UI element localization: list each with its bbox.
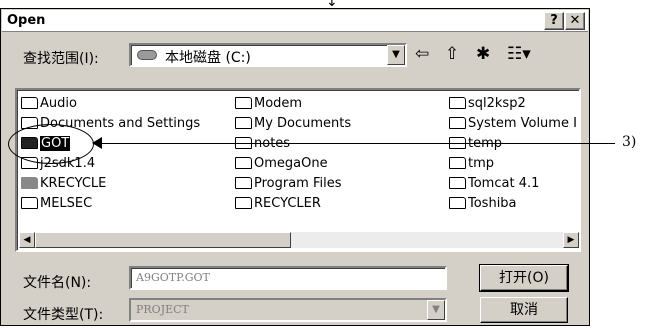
- folder-icon: [449, 97, 466, 109]
- file-type-label: 文件类型(T):: [23, 307, 104, 323]
- callout-ellipse: [8, 124, 94, 164]
- folder-item[interactable]: Program Files: [235, 174, 351, 194]
- folder-item[interactable]: notes: [235, 134, 351, 154]
- folder-item[interactable]: Tomcat 4.1: [449, 174, 579, 194]
- folder-name: RECYCLER: [254, 196, 321, 211]
- folder-item[interactable]: sql2ksp2: [449, 94, 579, 114]
- folder-name: KRECYCLE: [40, 176, 107, 191]
- folder-item[interactable]: KRECYCLE: [21, 174, 200, 194]
- file-type-dropdown[interactable]: PROJECT ▼: [129, 298, 447, 322]
- folder-icon: [235, 177, 252, 189]
- help-button[interactable]: ?: [544, 12, 564, 30]
- folder-item[interactable]: tmp: [449, 154, 579, 174]
- cancel-button[interactable]: 取消: [480, 297, 568, 323]
- file-name-label: 文件名(N):: [23, 275, 92, 291]
- folder-name: sql2ksp2: [468, 96, 526, 111]
- folder-icon: [235, 197, 252, 209]
- folder-item[interactable]: Modem: [235, 94, 351, 114]
- hard-drive-icon: [137, 50, 157, 60]
- folder-icon: [449, 197, 466, 209]
- folder-icon: [449, 157, 466, 169]
- back-arrow-icon[interactable]: ⇦: [415, 44, 429, 64]
- horizontal-scrollbar[interactable]: ◀ ▶: [19, 232, 579, 248]
- open-dialog: Open ? ✕ 查找范围(I): 本地磁盘 (C:) ▼ ⇦ ⇧ ✱ ☷▾ A…: [0, 8, 590, 326]
- folder-name: Program Files: [254, 176, 342, 191]
- folder-item[interactable]: OmegaOne: [235, 154, 351, 174]
- title-bar: Open ? ✕: [2, 10, 588, 32]
- up-folder-icon[interactable]: ⇧: [445, 44, 459, 64]
- recycle-folder-icon: [21, 177, 38, 189]
- scrollbar-thumb[interactable]: [35, 232, 291, 248]
- folder-icon: [235, 157, 252, 169]
- folder-name: tmp: [468, 156, 495, 171]
- folder-item[interactable]: Audio: [21, 94, 200, 114]
- folder-icon: [235, 117, 252, 129]
- scroll-left-button[interactable]: ◀: [19, 232, 35, 248]
- view-menu-icon[interactable]: ☷▾: [507, 44, 531, 64]
- folder-icon: [21, 97, 38, 109]
- open-button[interactable]: 打开(O): [479, 264, 569, 292]
- folder-item[interactable]: System Volume I: [449, 114, 579, 134]
- scroll-right-button[interactable]: ▶: [563, 232, 579, 248]
- folder-name: MELSEC: [40, 196, 93, 211]
- folder-icon: [235, 97, 252, 109]
- callout-label: 3): [622, 134, 637, 150]
- folder-icon: [449, 117, 466, 129]
- look-in-dropdown-arrow[interactable]: ▼: [387, 45, 405, 65]
- folder-icon: [21, 197, 38, 209]
- folder-item[interactable]: Toshiba: [449, 194, 579, 214]
- callout-line: [100, 143, 615, 144]
- folder-item[interactable]: temp: [449, 134, 579, 154]
- look-in-value: 本地磁盘 (C:): [165, 50, 251, 66]
- folder-name: Modem: [254, 96, 303, 111]
- look-in-label: 查找范围(I):: [23, 51, 99, 67]
- folder-item[interactable]: RECYCLER: [235, 194, 351, 214]
- file-type-value: PROJECT: [136, 303, 189, 316]
- folder-name: Tomcat 4.1: [468, 176, 540, 191]
- file-type-dropdown-arrow[interactable]: ▼: [427, 300, 445, 320]
- folder-item[interactable]: My Documents: [235, 114, 351, 134]
- folder-name: Audio: [40, 96, 77, 111]
- look-in-dropdown[interactable]: 本地磁盘 (C:) ▼: [129, 43, 407, 67]
- folder-name: System Volume I: [468, 116, 577, 131]
- folder-item[interactable]: MELSEC: [21, 194, 200, 214]
- file-column-2: Modem My Documents notes OmegaOne Progra…: [235, 94, 351, 214]
- close-button[interactable]: ✕: [565, 12, 585, 30]
- file-column-3: sql2ksp2 System Volume I temp tmp Tomcat…: [449, 94, 579, 214]
- dialog-title: Open: [7, 13, 46, 28]
- new-folder-icon[interactable]: ✱: [476, 44, 490, 64]
- file-name-input[interactable]: A9GOTP.GOT: [129, 266, 447, 290]
- folder-icon: [449, 177, 466, 189]
- file-list[interactable]: Audio Documents and Settings GOT j2sdk1.…: [15, 88, 581, 252]
- folder-name: OmegaOne: [254, 156, 328, 171]
- folder-name: Toshiba: [468, 196, 517, 211]
- folder-name: My Documents: [254, 116, 352, 131]
